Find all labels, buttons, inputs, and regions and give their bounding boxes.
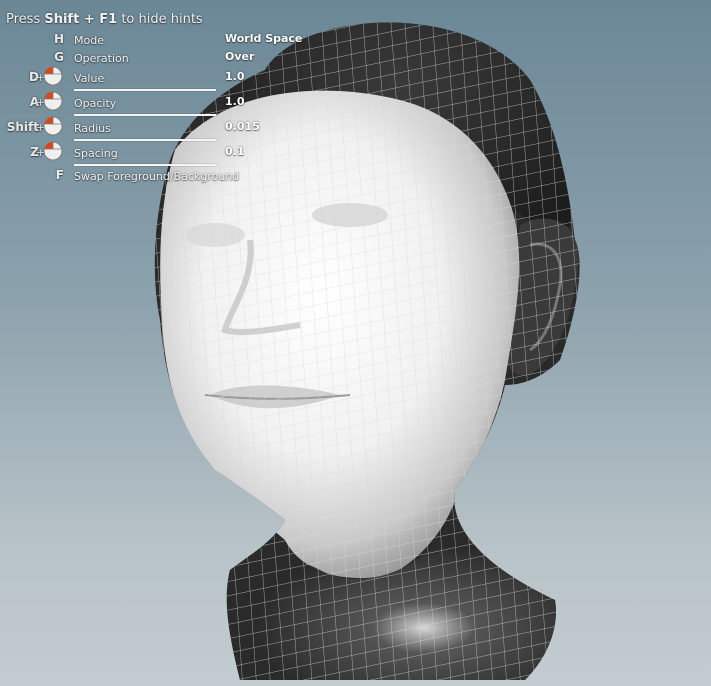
3d-viewport[interactable] <box>0 0 711 686</box>
head-mesh[interactable] <box>0 0 711 686</box>
